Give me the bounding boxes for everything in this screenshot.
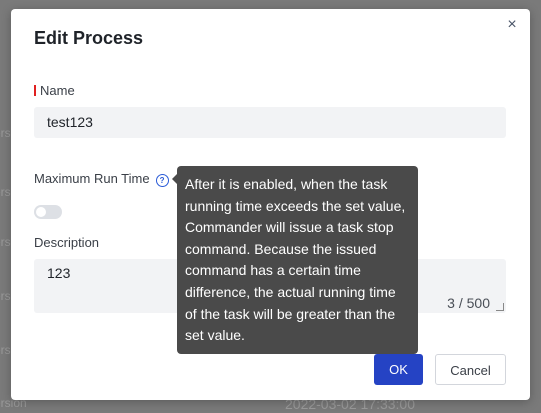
name-field-label: Name: [34, 83, 75, 98]
dialog-title: Edit Process: [34, 28, 144, 48]
description-value: 123: [47, 265, 71, 281]
cancel-button[interactable]: Cancel: [435, 354, 506, 385]
resize-handle-icon[interactable]: [496, 303, 504, 311]
required-mark: [34, 85, 36, 96]
ok-button[interactable]: OK: [374, 354, 423, 385]
character-counter: 3 / 500: [447, 295, 490, 311]
name-input[interactable]: test123: [34, 107, 506, 138]
description-label: Description: [34, 235, 100, 250]
max-run-time-label-text: Maximum Run Time: [34, 171, 150, 186]
max-run-time-label: Maximum Run Time?: [34, 171, 169, 187]
max-run-time-toggle[interactable]: [34, 205, 62, 219]
help-circle-icon[interactable]: ?: [155, 174, 169, 187]
name-label-text: Name: [40, 83, 75, 98]
close-icon[interactable]: ×: [504, 17, 520, 33]
max-run-time-tooltip: After it is enabled, when the task runni…: [177, 166, 418, 354]
